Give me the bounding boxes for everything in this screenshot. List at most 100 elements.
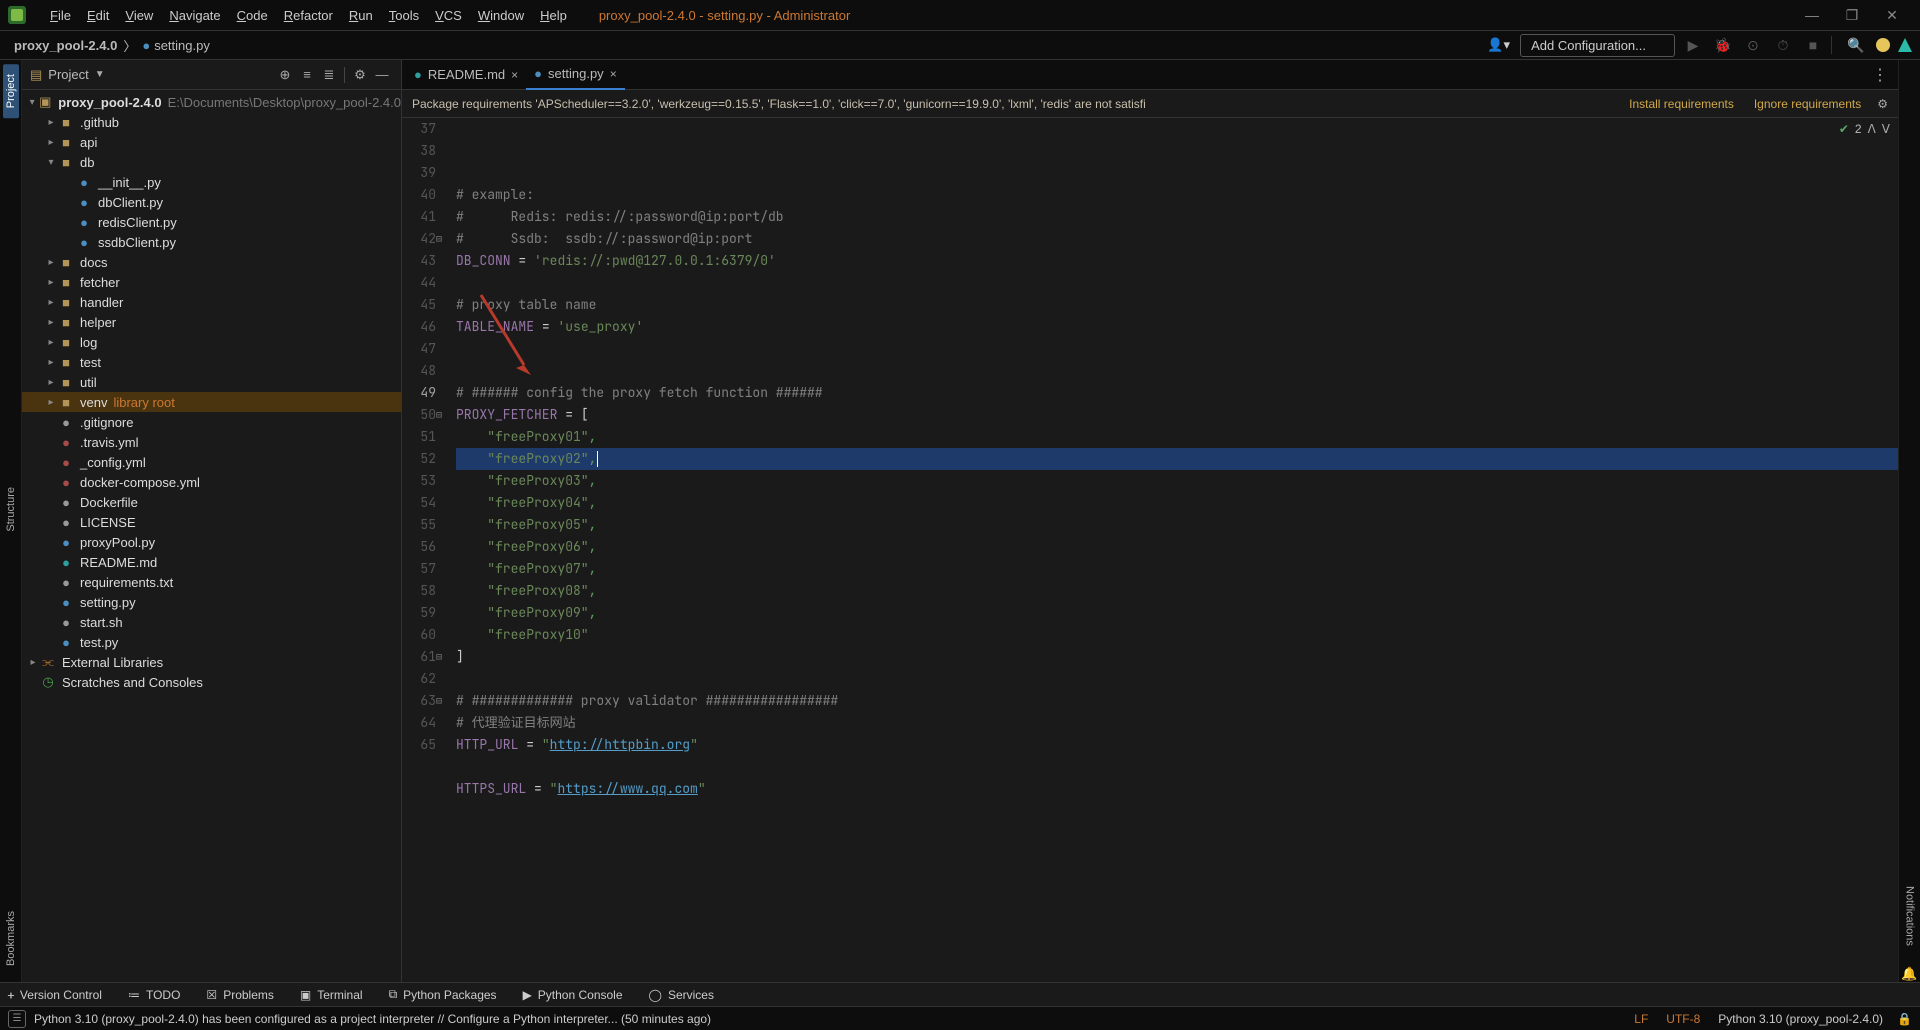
tree-node[interactable]: ●setting.py xyxy=(22,592,401,612)
banner-settings-icon[interactable]: ⚙ xyxy=(1877,97,1888,111)
menu-help[interactable]: Help xyxy=(532,4,575,27)
tree-node[interactable]: ▾■db xyxy=(22,152,401,172)
tree-node[interactable]: ▸■fetcher xyxy=(22,272,401,292)
tree-node[interactable]: ▸■docs xyxy=(22,252,401,272)
sidebar-tab-bookmarks[interactable]: Bookmarks xyxy=(3,901,19,976)
tab-close-icon[interactable]: × xyxy=(610,67,617,81)
bottom-tool-services[interactable]: ◯Services xyxy=(645,988,718,1002)
menu-window[interactable]: Window xyxy=(470,4,532,27)
bottom-tool-problems[interactable]: ☒Problems xyxy=(202,988,277,1002)
expand-all-icon[interactable]: ≡ xyxy=(296,67,318,82)
bottom-tool-todo[interactable]: ≔TODO xyxy=(124,988,184,1002)
tree-node[interactable]: ●__init__.py xyxy=(22,172,401,192)
maximize-button[interactable]: ❐ xyxy=(1832,7,1872,24)
menu-view[interactable]: View xyxy=(117,4,161,27)
menu-tools[interactable]: Tools xyxy=(381,4,427,27)
add-configuration-button[interactable]: Add Configuration... xyxy=(1520,34,1675,57)
tree-node[interactable]: ●test.py xyxy=(22,632,401,652)
hide-tool-icon[interactable]: — xyxy=(371,67,393,82)
search-everywhere-button[interactable]: 🔍 xyxy=(1844,37,1868,54)
debug-button[interactable]: 🐞 xyxy=(1711,37,1735,54)
tree-node[interactable]: ▸⫘External Libraries xyxy=(22,652,401,672)
bottom-tool-bar: ᚐVersion Control ≔TODO ☒Problems ▣Terminal ⧉… xyxy=(0,982,1920,1006)
tree-node[interactable]: ●_config.yml xyxy=(22,452,401,472)
sidebar-tab-notifications[interactable]: Notifications xyxy=(1902,876,1918,956)
menu-code[interactable]: Code xyxy=(229,4,276,27)
tree-node[interactable]: ▸■venvlibrary root xyxy=(22,392,401,412)
tree-node[interactable]: ●proxyPool.py xyxy=(22,532,401,552)
status-message-icon[interactable]: ☰ xyxy=(8,1010,26,1028)
tab-close-icon[interactable]: × xyxy=(511,68,518,82)
menu-edit[interactable]: Edit xyxy=(79,4,117,27)
sidebar-tab-project[interactable]: Project xyxy=(3,64,19,118)
tool-settings-icon[interactable]: ⚙ xyxy=(349,67,371,83)
tool-icon: ▣ xyxy=(300,988,311,1002)
inspection-widget[interactable]: ✔ 2 ᐱ ᐯ xyxy=(1839,122,1890,136)
tree-node[interactable]: ▸■helper xyxy=(22,312,401,332)
check-icon: ✔ xyxy=(1839,122,1849,136)
tree-node[interactable]: ▸■api xyxy=(22,132,401,152)
install-requirements-link[interactable]: Install requirements xyxy=(1629,97,1734,111)
tool-label: Version Control xyxy=(20,988,102,1002)
run-button[interactable]: ▶ xyxy=(1681,37,1705,54)
tree-node[interactable]: ●dbClient.py xyxy=(22,192,401,212)
right-tool-strip: Notifications 🔔 xyxy=(1898,60,1920,982)
tree-node[interactable]: ●LICENSE xyxy=(22,512,401,532)
inspection-down-icon[interactable]: ᐯ xyxy=(1882,122,1890,136)
menu-refactor[interactable]: Refactor xyxy=(276,4,341,27)
tree-node[interactable]: ●.travis.yml xyxy=(22,432,401,452)
menu-navigate[interactable]: Navigate xyxy=(161,4,228,27)
tree-node[interactable]: ●ssdbClient.py xyxy=(22,232,401,252)
code-editor[interactable]: 3738394041424344454647484950515253545556… xyxy=(402,118,1898,982)
minimize-button[interactable]: — xyxy=(1792,7,1832,23)
status-message[interactable]: Python 3.10 (proxy_pool-2.4.0) has been … xyxy=(34,1012,711,1026)
tool-icon: ☒ xyxy=(206,988,217,1002)
tree-node[interactable]: ●redisClient.py xyxy=(22,212,401,232)
tree-node[interactable]: ●start.sh xyxy=(22,612,401,632)
sidebar-tab-structure[interactable]: Structure xyxy=(3,477,19,542)
stop-button[interactable]: ■ xyxy=(1801,37,1825,53)
tree-node[interactable]: ●README.md xyxy=(22,552,401,572)
tree-node[interactable]: ◷Scratches and Consoles xyxy=(22,672,401,692)
ignore-requirements-link[interactable]: Ignore requirements xyxy=(1754,97,1861,111)
project-tree[interactable]: ▾▣proxy_pool-2.4.0E:\Documents\Desktop\p… xyxy=(22,90,401,982)
collapse-all-icon[interactable]: ≣ xyxy=(318,67,340,83)
close-window-button[interactable]: ✕ xyxy=(1872,7,1912,24)
status-interpreter[interactable]: Python 3.10 (proxy_pool-2.4.0) xyxy=(1718,1012,1883,1026)
project-view-dropdown-icon[interactable]: ▼ xyxy=(95,69,105,80)
bottom-tool-python-console[interactable]: ▶Python Console xyxy=(519,988,627,1002)
project-view-icon: ▤ xyxy=(30,67,42,83)
readonly-lock-icon[interactable]: 🔒 xyxy=(1897,1012,1912,1026)
select-opened-file-icon[interactable]: ⊕ xyxy=(274,67,296,83)
bottom-tool-version-control[interactable]: ᚐVersion Control xyxy=(4,988,106,1002)
profile-button[interactable]: ⏱ xyxy=(1771,37,1795,54)
tree-node[interactable]: ●Dockerfile xyxy=(22,492,401,512)
tree-node[interactable]: ●docker-compose.yml xyxy=(22,472,401,492)
coverage-button[interactable]: ⊙ xyxy=(1741,37,1765,54)
tree-node[interactable]: ▸■.github xyxy=(22,112,401,132)
bottom-tool-python-packages[interactable]: ⧉Python Packages xyxy=(385,987,501,1002)
ide-update-icon[interactable] xyxy=(1898,38,1912,52)
editor-tab[interactable]: ●setting.py× xyxy=(526,60,625,90)
tree-node[interactable]: ▸■handler xyxy=(22,292,401,312)
notifications-icon[interactable]: 🔔 xyxy=(1901,966,1917,982)
tree-node[interactable]: ●.gitignore xyxy=(22,412,401,432)
inspection-up-icon[interactable]: ᐱ xyxy=(1868,122,1876,136)
tree-node[interactable]: ▾▣proxy_pool-2.4.0E:\Documents\Desktop\p… xyxy=(22,92,401,112)
user-icon[interactable]: 👤▾ xyxy=(1487,37,1510,53)
status-encoding[interactable]: UTF-8 xyxy=(1666,1012,1700,1026)
code-with-me-icon[interactable] xyxy=(1876,38,1890,52)
status-line-ending[interactable]: LF xyxy=(1634,1012,1648,1026)
tree-node[interactable]: ▸■test xyxy=(22,352,401,372)
menu-vcs[interactable]: VCS xyxy=(427,4,470,27)
menu-run[interactable]: Run xyxy=(341,4,381,27)
breadcrumb-root[interactable]: proxy_pool-2.4.0 xyxy=(8,36,123,55)
menu-file[interactable]: File xyxy=(42,4,79,27)
tab-more-icon[interactable]: ⋮ xyxy=(1862,65,1898,85)
editor-tab[interactable]: ●README.md× xyxy=(406,60,526,90)
bottom-tool-terminal[interactable]: ▣Terminal xyxy=(296,988,367,1002)
tree-node[interactable]: ●requirements.txt xyxy=(22,572,401,592)
tree-node[interactable]: ▸■util xyxy=(22,372,401,392)
breadcrumb-file[interactable]: ● setting.py xyxy=(136,36,216,55)
tree-node[interactable]: ▸■log xyxy=(22,332,401,352)
